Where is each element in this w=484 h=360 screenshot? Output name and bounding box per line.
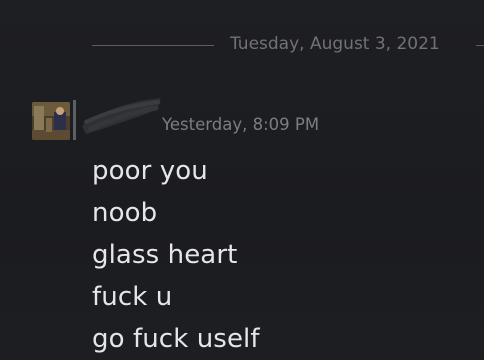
avatar[interactable] (32, 102, 70, 140)
message-timestamp: Yesterday, 8:09 PM (162, 115, 320, 134)
avatar-image (32, 102, 70, 140)
message-text: fuck u (92, 282, 173, 312)
message-text: poor you (92, 156, 208, 186)
message-text: go fuck uself (92, 324, 260, 354)
message-text: noob (92, 198, 158, 228)
message-group: Yesterday, 8:09 PM poor you noob glass h… (0, 96, 484, 359)
divider-line-left (92, 45, 214, 46)
message-list: poor you noob glass heart fuck u go fuck… (92, 150, 260, 360)
divider-line-right (476, 45, 484, 46)
date-divider: Tuesday, August 3, 2021 (0, 30, 484, 62)
chat-history[interactable]: Tuesday, August 3, 2021 Yesterday, 8:09 … (0, 0, 484, 359)
message-text: glass heart (92, 240, 238, 270)
date-divider-label: Tuesday, August 3, 2021 (230, 34, 440, 54)
redacted-sender-name (82, 98, 161, 134)
